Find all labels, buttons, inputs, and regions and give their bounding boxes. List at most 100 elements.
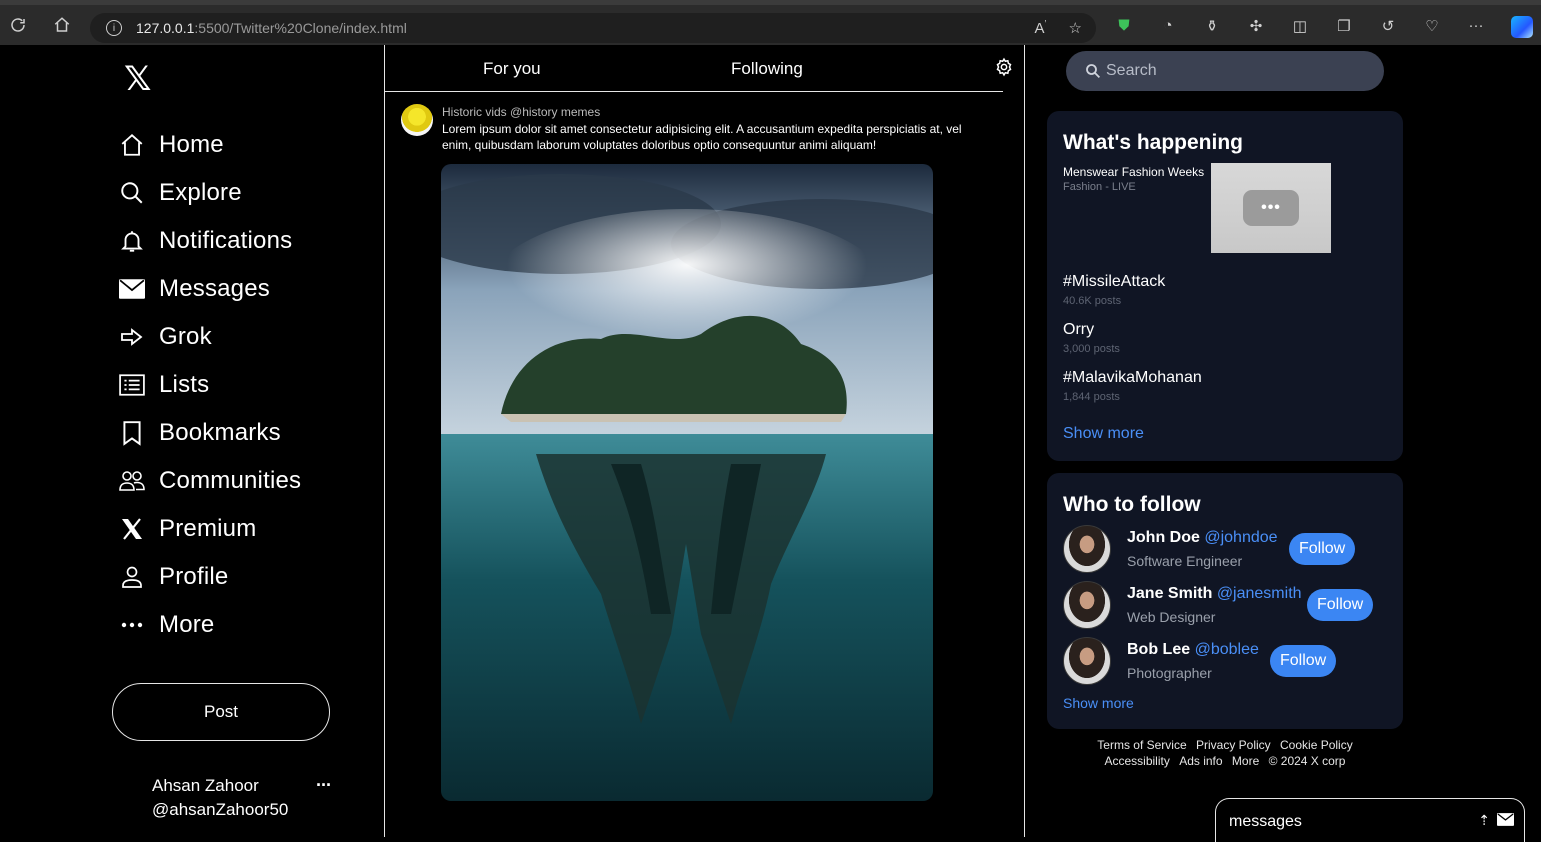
list-icon — [118, 371, 146, 399]
follow-name[interactable]: Jane Smith @janesmith — [1127, 585, 1302, 603]
avatar[interactable] — [1063, 581, 1111, 629]
trend-posts: 1,844 posts — [1063, 391, 1120, 403]
tweet-author[interactable]: Historic vids @history memes — [442, 105, 600, 119]
home-icon[interactable] — [48, 11, 76, 39]
post-button[interactable]: Post — [112, 683, 330, 741]
featured-trend-title[interactable]: Menswear Fashion Weeks — [1063, 165, 1204, 179]
sidebar-item-label: More — [159, 611, 215, 638]
messages-drawer-title: messages — [1229, 813, 1302, 830]
sidebar-item-label: Notifications — [159, 227, 293, 254]
people-icon — [118, 467, 146, 495]
left-sidebar: 𝕏 Home Explore Notifications Messages Gr… — [0, 45, 384, 837]
feed-tabs: For you Following — [385, 45, 1012, 92]
section-title: Who to follow — [1063, 493, 1201, 516]
account-switcher[interactable]: Ahsan Zahoor @ahsanZahoor50 — [152, 774, 288, 822]
accessibility-link[interactable]: Accessibility — [1105, 754, 1170, 768]
follow-name[interactable]: Bob Lee @boblee — [1127, 641, 1259, 659]
history-icon[interactable]: ↺ — [1378, 17, 1398, 35]
expand-icon[interactable]: ⇡ — [1478, 812, 1490, 829]
sidebar-item-label: Home — [159, 131, 224, 158]
follow-role: Web Designer — [1127, 609, 1216, 625]
trend-tag: #MissileAttack — [1063, 273, 1166, 290]
follow-button[interactable]: Follow — [1289, 533, 1356, 565]
sidebar-item-more[interactable]: More — [118, 601, 301, 649]
follow-suggestion[interactable]: Jane Smith @janesmith Web Designer Follo… — [1063, 581, 1383, 629]
trend-item[interactable]: #MalavikaMohanan 1,844 posts — [1063, 369, 1202, 403]
browser-toolbar: i 127.0.0.1:5500/Twitter%20Clone/index.h… — [0, 0, 1541, 45]
gear-icon[interactable] — [994, 57, 1014, 77]
info-icon[interactable]: i — [106, 20, 122, 36]
sidebar-item-bookmarks[interactable]: Bookmarks — [118, 409, 301, 457]
avatar[interactable] — [1063, 637, 1111, 685]
account-handle: @ahsanZahoor50 — [152, 800, 289, 819]
tab-for-you[interactable]: For you — [483, 59, 541, 79]
copilot-icon[interactable] — [1511, 16, 1533, 38]
tab-following[interactable]: Following — [731, 59, 803, 79]
featured-trend-thumbnail[interactable]: ••• — [1211, 163, 1331, 253]
address-bar[interactable]: i 127.0.0.1:5500/Twitter%20Clone/index.h… — [90, 13, 1096, 43]
sidebar-item-label: Profile — [159, 563, 229, 590]
read-aloud-icon[interactable]: Aʼ — [1035, 19, 1047, 37]
terms-link[interactable]: Terms of Service — [1097, 738, 1186, 752]
more-icon[interactable]: ··· — [1466, 17, 1486, 35]
sidebar-item-label: Grok — [159, 323, 212, 350]
sidebar-item-notifications[interactable]: Notifications — [118, 217, 301, 265]
sidebar-item-label: Communities — [159, 467, 302, 494]
footer-links: Terms of Service Privacy Policy Cookie P… — [1047, 737, 1403, 769]
glasses-extension-icon[interactable]: ◔ — [1158, 17, 1178, 35]
sidebar-item-premium[interactable]: Premium — [118, 505, 301, 553]
sidebar-item-home[interactable]: Home — [118, 121, 301, 169]
privacy-link[interactable]: Privacy Policy — [1196, 738, 1271, 752]
trend-posts: 3,000 posts — [1063, 343, 1120, 355]
tweet-image[interactable] — [441, 164, 933, 801]
flask-extension-icon[interactable]: ⚱ — [1202, 17, 1222, 35]
health-icon[interactable]: ♡ — [1422, 17, 1442, 35]
split-screen-icon[interactable]: ◫ — [1290, 17, 1310, 35]
follow-button[interactable]: Follow — [1307, 589, 1374, 621]
search-input[interactable] — [1106, 62, 1346, 80]
arrow-icon — [118, 323, 146, 351]
show-more-link[interactable]: Show more — [1063, 425, 1144, 443]
search-icon — [118, 179, 146, 207]
follow-role: Photographer — [1127, 665, 1212, 681]
account-more-icon[interactable]: ··· — [316, 775, 332, 796]
sidebar-item-explore[interactable]: Explore — [118, 169, 301, 217]
sidebar-item-label: Messages — [159, 275, 270, 302]
show-more-link[interactable]: Show more — [1063, 695, 1134, 711]
sidebar-item-grok[interactable]: Grok — [118, 313, 301, 361]
tweet-text: Lorem ipsum dolor sit amet consectetur a… — [442, 122, 962, 152]
collections-icon[interactable]: ❐ — [1334, 17, 1354, 35]
puzzle-icon[interactable]: ✣ — [1246, 17, 1266, 35]
follow-suggestion[interactable]: John Doe @johndoe Software Engineer Foll… — [1063, 525, 1383, 573]
sidebar-item-messages[interactable]: Messages — [118, 265, 301, 313]
follow-suggestion[interactable]: Bob Lee @boblee Photographer Follow — [1063, 637, 1383, 685]
favorite-star-icon[interactable]: ☆ — [1069, 19, 1082, 37]
new-message-icon[interactable] — [1497, 813, 1514, 826]
ads-info-link[interactable]: Ads info — [1179, 754, 1222, 768]
copyright: © 2024 X corp — [1268, 754, 1346, 768]
envelope-icon — [118, 275, 146, 303]
x-logo-icon[interactable]: 𝕏 — [124, 59, 151, 99]
more-link[interactable]: More — [1232, 754, 1259, 768]
sidebar-item-label: Explore — [159, 179, 242, 206]
ellipsis-icon: ••• — [1243, 190, 1299, 226]
follow-role: Software Engineer — [1127, 553, 1243, 569]
url-text[interactable]: 127.0.0.1:5500/Twitter%20Clone/index.htm… — [136, 20, 407, 36]
sidebar-item-lists[interactable]: Lists — [118, 361, 301, 409]
avatar[interactable] — [401, 104, 433, 136]
sidebar-item-label: Bookmarks — [159, 419, 281, 446]
trend-item[interactable]: Orry 3,000 posts — [1063, 321, 1120, 355]
messages-drawer[interactable]: messages ⇡ — [1215, 798, 1525, 842]
follow-name[interactable]: John Doe @johndoe — [1127, 529, 1278, 547]
avatar[interactable] — [1063, 525, 1111, 573]
search-bar[interactable] — [1066, 51, 1384, 91]
follow-button[interactable]: Follow — [1270, 645, 1337, 677]
trend-item[interactable]: #MissileAttack 40.6K posts — [1063, 273, 1165, 307]
bookmark-icon — [118, 419, 146, 447]
sidebar-item-communities[interactable]: Communities — [118, 457, 301, 505]
shield-extension-icon[interactable]: ⛊ — [1114, 17, 1134, 35]
sidebar-item-label: Premium — [159, 515, 257, 542]
cookie-link[interactable]: Cookie Policy — [1280, 738, 1353, 752]
refresh-icon[interactable] — [4, 11, 32, 39]
sidebar-item-profile[interactable]: Profile — [118, 553, 301, 601]
